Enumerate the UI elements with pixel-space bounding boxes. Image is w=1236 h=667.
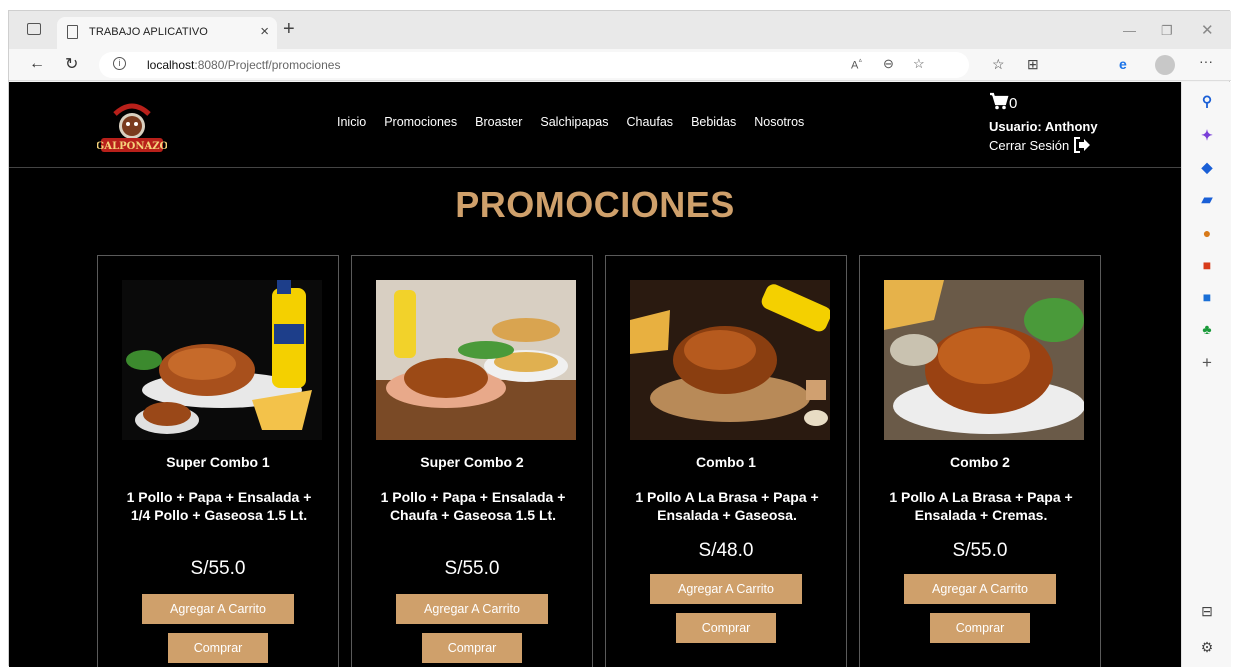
logout-label: Cerrar Sesión [989, 138, 1070, 153]
office-icon[interactable]: ■ [1198, 256, 1216, 274]
header-divider [9, 167, 1181, 168]
product-name: Super Combo 2 [420, 454, 524, 470]
add-to-cart-button[interactable]: Agregar A Carrito [142, 594, 294, 624]
nav-promociones[interactable]: Promociones [384, 115, 457, 129]
product-price: S/55.0 [444, 558, 500, 579]
profile-icon[interactable] [1155, 55, 1175, 75]
buy-button[interactable]: Comprar [930, 613, 1030, 643]
info-icon[interactable]: i [113, 57, 126, 70]
logout-link[interactable]: Cerrar Sesión [989, 137, 1091, 153]
back-icon[interactable]: ← [29, 55, 45, 73]
user-label: Usuario: Anthony [989, 119, 1098, 134]
nav-broaster[interactable]: Broaster [475, 115, 522, 129]
buy-button[interactable]: Comprar [422, 633, 522, 663]
product-card: Combo 1 1 Pollo A La Brasa + Papa + Ensa… [605, 255, 847, 667]
more-icon[interactable]: ··· [1199, 53, 1213, 69]
address-bar[interactable]: i localhost:8080/Projectf/promociones Aᐞ… [99, 52, 969, 78]
product-card: Super Combo 2 1 Pollo + Papa + Ensalada … [351, 255, 593, 667]
product-card: Super Combo 1 1 Pollo + Papa + Ensalada … [97, 255, 339, 667]
tab-close-icon[interactable]: × [260, 23, 269, 40]
tab-actions-icon[interactable] [27, 23, 41, 35]
page-icon [67, 25, 78, 39]
add-to-cart-button[interactable]: Agregar A Carrito [650, 574, 802, 604]
favorites-icon[interactable]: ☆ [992, 56, 1005, 73]
main-nav: Inicio Promociones Broaster Salchipapas … [337, 115, 804, 129]
product-name: Combo 1 [696, 454, 756, 470]
nav-bebidas[interactable]: Bebidas [691, 115, 736, 129]
nav-nosotros[interactable]: Nosotros [754, 115, 804, 129]
add-to-cart-button[interactable]: Agregar A Carrito [904, 574, 1056, 604]
add-to-cart-button[interactable]: Agregar A Carrito [396, 594, 548, 624]
zoom-icon[interactable]: ⊖ [883, 56, 894, 72]
copilot-icon[interactable]: ✦ [1198, 126, 1216, 144]
product-description: 1 Pollo A La Brasa + Papa + Ensalada + G… [635, 489, 819, 523]
outlook-icon[interactable]: ■ [1198, 288, 1216, 306]
nav-inicio[interactable]: Inicio [337, 115, 366, 129]
tab-strip: TRABAJO APLICATIVO × + — ❐ ✕ [9, 11, 1231, 49]
product-image[interactable] [376, 280, 576, 440]
logout-icon [1073, 137, 1090, 153]
page-content: GALPONAZO Inicio Promociones Broaster Sa… [9, 82, 1181, 667]
restore-icon[interactable]: ❐ [1161, 23, 1173, 39]
logo-emblem: GALPONAZO [96, 103, 169, 152]
edge-icon[interactable]: e [1119, 56, 1127, 72]
tree-icon[interactable]: ♣ [1198, 320, 1216, 338]
tab-trabajo-aplicativo[interactable]: TRABAJO APLICATIVO × [57, 17, 277, 49]
product-image[interactable] [630, 280, 830, 440]
url-text[interactable]: localhost:8080/Projectf/promociones [147, 58, 340, 72]
settings-icon[interactable]: ⚙ [1198, 638, 1216, 656]
browser-sidebar: ⚲ ✦ ◆ ▰ ● ■ ■ ♣ + ⊟ ⚙ [1181, 82, 1231, 667]
product-image[interactable] [122, 280, 322, 440]
browser-toolbar: ← ↻ i localhost:8080/Projectf/promocione… [9, 49, 1231, 81]
close-window-icon[interactable]: ✕ [1201, 21, 1214, 39]
minimize-icon[interactable]: — [1123, 23, 1136, 38]
product-description: 1 Pollo + Papa + Ensalada + Chaufa + Gas… [380, 489, 566, 523]
product-description: 1 Pollo A La Brasa + Papa + Ensalada + C… [889, 489, 1073, 523]
product-photo [630, 280, 830, 440]
cart-count: 0 [1009, 95, 1018, 112]
product-image[interactable] [884, 280, 1084, 440]
read-aloud-icon[interactable]: Aᐞ [851, 58, 862, 72]
site-logo[interactable]: GALPONAZO [96, 100, 169, 160]
nav-salchipapas[interactable]: Salchipapas [540, 115, 608, 129]
sidebar-toggle-icon[interactable]: ⊟ [1198, 602, 1216, 620]
product-price: S/48.0 [698, 540, 754, 561]
product-price: S/55.0 [952, 540, 1008, 561]
svg-text:GALPONAZO: GALPONAZO [97, 141, 167, 152]
collections-icon[interactable]: ⊞ [1027, 56, 1039, 73]
tab-title: TRABAJO APLICATIVO [89, 26, 208, 38]
shopping-tag-icon[interactable]: ◆ [1198, 158, 1216, 176]
favorite-add-icon[interactable]: ☆ [913, 56, 925, 72]
product-name: Super Combo 1 [166, 454, 270, 470]
nav-chaufas[interactable]: Chaufas [627, 115, 674, 129]
buy-button[interactable]: Comprar [168, 633, 268, 663]
cart-icon [990, 92, 1009, 110]
product-photo [122, 280, 322, 440]
product-card: Combo 2 1 Pollo A La Brasa + Papa + Ensa… [859, 255, 1101, 667]
refresh-icon[interactable]: ↻ [65, 54, 78, 74]
product-photo [884, 280, 1084, 440]
product-price: S/55.0 [190, 558, 246, 579]
buy-button[interactable]: Comprar [676, 613, 776, 643]
browser-window: TRABAJO APLICATIVO × + — ❐ ✕ ← ↻ i local… [8, 10, 1231, 667]
product-name: Combo 2 [950, 454, 1010, 470]
people-icon[interactable]: ● [1198, 224, 1216, 242]
page-title: PROMOCIONES [455, 184, 735, 225]
add-icon[interactable]: + [1198, 354, 1216, 372]
product-photo [376, 280, 576, 440]
cart-link[interactable]: 0 [989, 92, 1017, 112]
product-description: 1 Pollo + Papa + Ensalada + 1/4 Pollo + … [126, 489, 312, 523]
search-icon[interactable]: ⚲ [1198, 92, 1216, 110]
tools-icon[interactable]: ▰ [1198, 190, 1216, 208]
new-tab-icon[interactable]: + [283, 18, 295, 41]
